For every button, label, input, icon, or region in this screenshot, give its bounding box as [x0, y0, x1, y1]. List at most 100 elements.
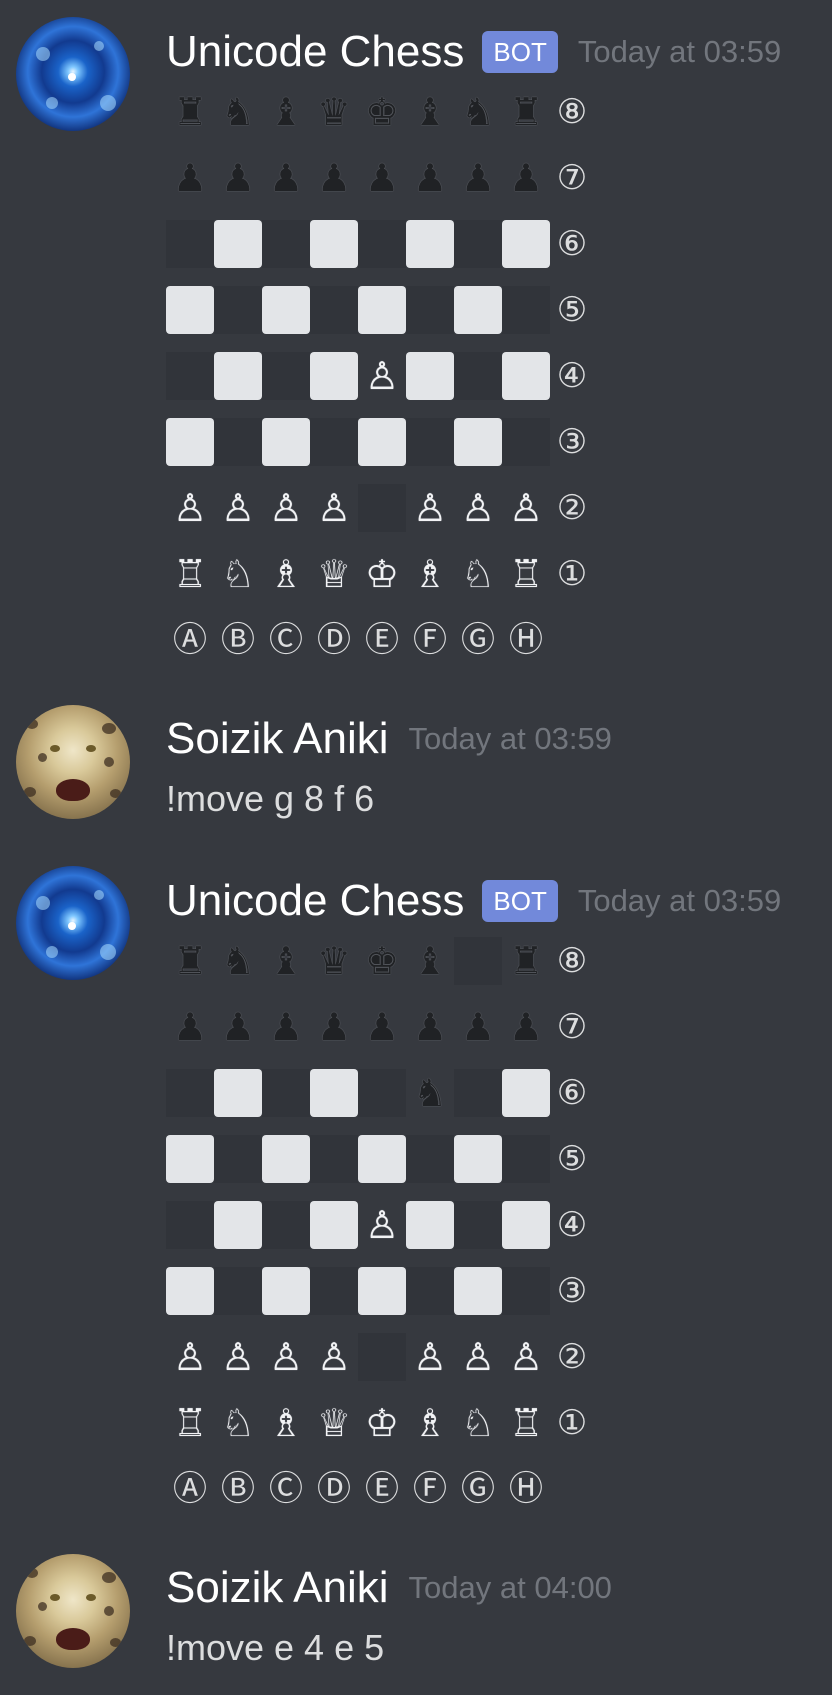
- piece-glyph: ♙: [316, 486, 352, 530]
- leopard-avatar[interactable]: [16, 705, 130, 819]
- chess-piece: ♟: [262, 154, 310, 202]
- board-square: [166, 286, 214, 334]
- rank-label: ④: [556, 356, 588, 396]
- piece-glyph: ♜: [172, 939, 208, 983]
- piece-glyph: ♗: [268, 552, 304, 596]
- board-square: [454, 1201, 502, 1249]
- piece-glyph: ♕: [316, 1401, 352, 1445]
- piece-glyph: ♖: [508, 552, 544, 596]
- chess-piece: ♙: [310, 1333, 358, 1381]
- board-square: [454, 1135, 502, 1183]
- board-square: [454, 220, 502, 268]
- board-square: [214, 286, 262, 334]
- chess-piece: ♝: [262, 88, 310, 136]
- rank-label: ⑧: [556, 941, 588, 981]
- rank-label: ④: [556, 1205, 588, 1245]
- board-square: [262, 286, 310, 334]
- file-label: Ⓗ: [509, 620, 543, 660]
- board-square: [310, 286, 358, 334]
- piece-glyph: ♚: [364, 90, 400, 134]
- piece-glyph: ♞: [412, 1071, 448, 1115]
- chess-piece: ♗: [406, 1399, 454, 1447]
- board-square: [262, 352, 310, 400]
- piece-glyph: ♛: [316, 90, 352, 134]
- board-square: [454, 937, 502, 985]
- chess-piece: ♖: [502, 550, 550, 598]
- chess-piece: ♚: [358, 88, 406, 136]
- chess-piece: ♘: [454, 550, 502, 598]
- chess-piece: ♟: [358, 1003, 406, 1051]
- chess-piece: ♟: [310, 154, 358, 202]
- board-square: [166, 1267, 214, 1315]
- username[interactable]: Soizik Aniki: [166, 714, 389, 764]
- leopard-avatar[interactable]: [16, 1554, 130, 1668]
- username[interactable]: Unicode Chess: [166, 876, 464, 926]
- board-square: [166, 1201, 214, 1249]
- board-square: [262, 1267, 310, 1315]
- piece-glyph: ♙: [268, 486, 304, 530]
- piece-glyph: ♝: [412, 939, 448, 983]
- board-square: [262, 1135, 310, 1183]
- rank-label: ②: [556, 1337, 588, 1377]
- piece-glyph: ♟: [412, 156, 448, 200]
- chess-piece: ♝: [406, 88, 454, 136]
- piece-glyph: ♙: [220, 1335, 256, 1379]
- file-label: Ⓒ: [269, 1469, 303, 1509]
- board-square: [502, 352, 550, 400]
- piece-glyph: ♙: [460, 1335, 496, 1379]
- piece-glyph: ♔: [364, 552, 400, 596]
- board-square: [166, 418, 214, 466]
- piece-glyph: ♗: [412, 1401, 448, 1445]
- chess-piece: ♛: [310, 937, 358, 985]
- piece-glyph: ♖: [508, 1401, 544, 1445]
- username[interactable]: Unicode Chess: [166, 27, 464, 77]
- board-square: [406, 1135, 454, 1183]
- chess-piece: ♙: [262, 1333, 310, 1381]
- piece-glyph: ♚: [364, 939, 400, 983]
- piece-glyph: ♟: [364, 156, 400, 200]
- rank-label: ①: [556, 1403, 588, 1443]
- board-square: [214, 220, 262, 268]
- timestamp: Today at 04:00: [408, 1570, 612, 1605]
- chess-piece: ♜: [166, 88, 214, 136]
- piece-glyph: ♙: [172, 1335, 208, 1379]
- chess-piece: ♔: [358, 1399, 406, 1447]
- chess-piece: ♜: [166, 937, 214, 985]
- file-label: Ⓗ: [509, 1469, 543, 1509]
- piece-glyph: ♙: [364, 1203, 400, 1247]
- chess-piece: ♙: [502, 484, 550, 532]
- chess-piece: ♟: [262, 1003, 310, 1051]
- file-label: Ⓑ: [221, 1469, 255, 1509]
- board-square: [166, 220, 214, 268]
- chess-piece: ♟: [166, 154, 214, 202]
- chess-piece: ♟: [502, 154, 550, 202]
- rank-label: ⑦: [556, 158, 588, 198]
- board-square: [358, 1333, 406, 1381]
- bot-avatar[interactable]: [16, 866, 130, 980]
- chess-piece: ♟: [214, 154, 262, 202]
- board-square: [406, 286, 454, 334]
- piece-glyph: ♗: [268, 1401, 304, 1445]
- bot-tag: BOT: [482, 880, 558, 922]
- chess-piece: ♜: [502, 88, 550, 136]
- file-label: Ⓔ: [365, 620, 399, 660]
- piece-glyph: ♙: [172, 486, 208, 530]
- chess-piece: ♙: [358, 1201, 406, 1249]
- chess-piece: ♛: [310, 88, 358, 136]
- chess-piece: ♟: [454, 154, 502, 202]
- board-square: [358, 1069, 406, 1117]
- rank-label: ③: [556, 422, 588, 462]
- piece-glyph: ♟: [412, 1005, 448, 1049]
- piece-glyph: ♕: [316, 552, 352, 596]
- chess-piece: ♞: [214, 937, 262, 985]
- rank-label: ①: [556, 554, 588, 594]
- file-label: Ⓓ: [317, 620, 351, 660]
- chess-piece: ♟: [358, 154, 406, 202]
- board-square: [310, 418, 358, 466]
- board-square: [214, 1267, 262, 1315]
- chess-piece: ♙: [214, 1333, 262, 1381]
- board-square: [166, 1135, 214, 1183]
- bot-avatar[interactable]: [16, 17, 130, 131]
- piece-glyph: ♖: [172, 1401, 208, 1445]
- username[interactable]: Soizik Aniki: [166, 1563, 389, 1613]
